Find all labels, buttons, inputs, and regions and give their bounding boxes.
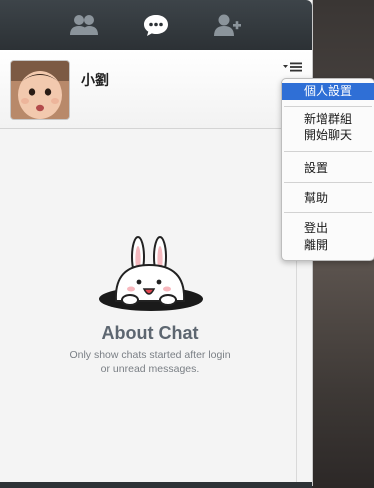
tab-chats[interactable] <box>126 0 186 50</box>
menu-item-profile-settings[interactable]: 個人設置 <box>282 83 374 100</box>
chat-bubble-icon <box>144 15 168 36</box>
menu-separator <box>284 182 372 183</box>
menu-list-icon <box>283 62 302 72</box>
menu-item-logout[interactable]: 登出 <box>282 221 374 236</box>
description-line-1: Only show chats started after login <box>69 349 231 361</box>
add-friend-icon <box>214 14 241 36</box>
menu-item-help[interactable]: 幫助 <box>282 191 374 206</box>
cony-rabbit-mascot <box>99 236 203 311</box>
profile-dropdown-menu: 個人設置 新增群組 開始聊天 設置 幫助 登出 離開 <box>281 78 374 261</box>
description-line-2: or unread messages. <box>100 363 200 375</box>
tab-add-friend[interactable] <box>198 0 258 50</box>
profile-header: 小劉 <box>0 50 312 129</box>
menu-separator <box>284 106 372 107</box>
menu-item-start-chat[interactable]: 開始聊天 <box>282 128 374 143</box>
baby-photo <box>11 61 69 119</box>
menu-separator <box>284 212 372 213</box>
bottom-bar <box>0 482 312 488</box>
menu-button[interactable] <box>282 60 304 74</box>
tab-friends[interactable] <box>54 0 114 50</box>
menu-separator <box>284 151 372 152</box>
about-chat-description: Only show chats started after login or u… <box>0 348 300 376</box>
profile-name: 小劉 <box>81 72 109 88</box>
menu-item-new-group[interactable]: 新增群組 <box>282 112 374 127</box>
friends-icon <box>70 15 98 35</box>
menu-item-quit[interactable]: 離開 <box>282 238 374 253</box>
chat-window: 小劉 About Chat Only show chats started af… <box>0 0 313 488</box>
about-chat-title: About Chat <box>101 323 199 343</box>
avatar[interactable] <box>10 60 70 120</box>
menu-item-settings[interactable]: 設置 <box>282 161 374 176</box>
top-toolbar <box>0 0 312 50</box>
